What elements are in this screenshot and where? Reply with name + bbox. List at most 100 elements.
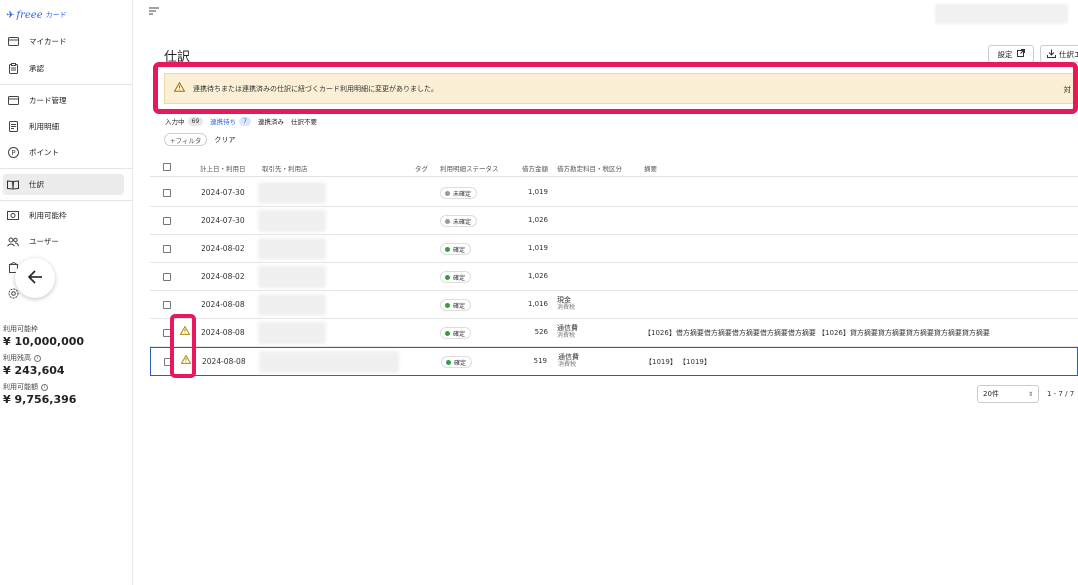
- sidebar-item-card-management[interactable]: カード管理: [3, 90, 124, 111]
- row-amount: 1,026: [527, 216, 548, 224]
- col-partner[interactable]: 取引先・利用店: [262, 163, 308, 173]
- row-amount: 519: [533, 357, 547, 365]
- table-row[interactable]: 2024-07-30 未確定 1,026: [150, 207, 1078, 235]
- sidebar-item-statements[interactable]: 利用明細: [3, 116, 124, 137]
- alert-highlight-outline: [153, 62, 1078, 114]
- table-row[interactable]: 2024-08-08 確定 519 通信費 消費税 【1019】 【1019】: [150, 347, 1078, 376]
- available-label: 利用可能額 i: [3, 382, 128, 392]
- row-partner-redacted: [258, 238, 326, 260]
- tab-not-required[interactable]: 仕訳不要: [291, 116, 317, 126]
- row-partner-redacted: [258, 210, 326, 232]
- col-date[interactable]: 計上日・利用日: [200, 163, 246, 173]
- row-account: 現金 消費税: [557, 296, 575, 312]
- select-arrows-icon: ⇕: [1027, 390, 1033, 398]
- sidebar-item-label: 承認: [29, 64, 44, 73]
- external-link-icon: [1016, 49, 1025, 59]
- table-row[interactable]: 2024-08-08 確定 526 通信費 消費税 【1026】借方摘要借方摘要借方摘要借…: [150, 319, 1078, 347]
- tab-pending-sync[interactable]: 連携待ち 7: [210, 116, 251, 126]
- tab-label: 連携済み: [257, 118, 284, 126]
- col-status[interactable]: 利用明細ステータス: [440, 163, 499, 173]
- table-row[interactable]: 2024-08-08 確定 1,016 現金 消費税: [150, 291, 1078, 319]
- filter-bar: +フィルタ クリア: [164, 133, 235, 146]
- status-text: 未確定: [453, 218, 472, 226]
- status-badge: 未確定: [440, 187, 478, 199]
- add-filter-button[interactable]: +フィルタ: [164, 133, 208, 146]
- credit-summary: 利用可能枠 ¥ 10,000,000 利用残高 i ¥ 243,604 利用可能額…: [3, 324, 128, 411]
- sidebar-item-label: 仕訳: [29, 180, 44, 189]
- info-icon[interactable]: i: [34, 354, 41, 362]
- credit-limit-label: 利用可能枠: [3, 325, 38, 333]
- sidebar-item-credit-limit[interactable]: 利用可能枠: [3, 205, 124, 226]
- tab-label: 入力中: [165, 118, 185, 126]
- col-memo[interactable]: 摘要: [644, 163, 657, 173]
- menu-icon[interactable]: [149, 7, 159, 16]
- row-date: 2024-08-08: [201, 328, 245, 337]
- status-tabs: 入力中 69 連携待ち 7 連携済み 仕訳不要: [165, 115, 324, 127]
- settings-button[interactable]: 設定: [988, 45, 1034, 63]
- status-badge: 確定: [440, 327, 472, 339]
- tax-category: 消費税: [557, 304, 576, 311]
- clear-filter-link[interactable]: クリア: [214, 135, 235, 145]
- balance-value: ¥ 243,604: [3, 364, 65, 377]
- status-badge: 確定: [440, 299, 472, 311]
- row-checkbox[interactable]: [163, 217, 171, 225]
- tax-category: 消費税: [557, 332, 576, 339]
- sidebar-item-my-card[interactable]: マイカード: [3, 31, 124, 52]
- status-text: 確定: [453, 330, 466, 338]
- pagination: 20件 ⇕ 1 - 7 / 7: [977, 385, 1074, 403]
- warning-highlight-outline: [170, 314, 196, 378]
- sidebar-item-approval[interactable]: 承認: [3, 58, 124, 79]
- status-dot: [445, 218, 450, 224]
- col-account[interactable]: 借方勘定科目・税区分: [557, 163, 622, 173]
- tab-in-progress[interactable]: 入力中 69: [165, 116, 204, 126]
- document-icon: [7, 121, 19, 132]
- table-row[interactable]: 2024-08-02 確定 1,026: [150, 263, 1078, 291]
- status-dot: [445, 330, 450, 336]
- nav-divider: [0, 168, 133, 169]
- tab-synced[interactable]: 連携済み: [258, 116, 284, 126]
- settings-label: 設定: [997, 49, 1013, 59]
- row-date: 2024-08-02: [201, 244, 245, 253]
- user-account-menu[interactable]: [935, 4, 1068, 24]
- row-checkbox[interactable]: [163, 301, 171, 309]
- table-row[interactable]: 2024-07-30 未確定 1,019: [150, 179, 1078, 207]
- row-amount: 526: [534, 328, 548, 336]
- status-dot: [445, 246, 450, 252]
- select-all-checkbox[interactable]: [163, 163, 171, 171]
- nav-divider: [0, 84, 133, 85]
- tax-category: 消費税: [558, 361, 577, 368]
- account-name: 現金: [557, 296, 571, 304]
- info-icon[interactable]: i: [41, 383, 48, 391]
- row-amount: 1,016: [527, 300, 548, 308]
- svg-text:P: P: [11, 149, 15, 157]
- row-partner-redacted: [258, 266, 326, 288]
- status-badge: 確定: [440, 243, 472, 255]
- sidebar-item-journal[interactable]: 仕訳: [3, 174, 124, 195]
- status-badge: 確定: [441, 356, 473, 368]
- freee-card-logo[interactable]: ✈ freee カード: [6, 8, 67, 22]
- row-account: 通信費 消費税: [557, 324, 578, 340]
- status-dot: [445, 190, 450, 196]
- status-dot: [445, 302, 450, 308]
- row-checkbox[interactable]: [163, 245, 171, 253]
- logo-sub: カード: [45, 11, 67, 19]
- sidebar-item-label: マイカード: [29, 37, 67, 46]
- status-dot: [445, 274, 450, 280]
- collapse-sidebar-button[interactable]: [15, 258, 55, 298]
- per-page-select[interactable]: 20件 ⇕: [977, 385, 1039, 403]
- status-badge: 確定: [440, 271, 472, 283]
- table-row[interactable]: 2024-08-02 確定 1,019: [150, 235, 1078, 263]
- users-icon: [7, 236, 19, 247]
- account-name: 通信費: [558, 353, 579, 361]
- col-amount[interactable]: 借方金額: [522, 163, 548, 173]
- row-partner-redacted: [258, 182, 326, 204]
- status-dot: [446, 359, 451, 365]
- row-checkbox[interactable]: [163, 189, 171, 197]
- export-journal-button[interactable]: 仕訳エ: [1040, 45, 1078, 63]
- sidebar-item-label: 利用明細: [29, 122, 59, 131]
- col-tag[interactable]: タグ: [415, 163, 428, 173]
- sidebar-item-users[interactable]: ユーザー: [3, 231, 124, 252]
- sidebar-item-points[interactable]: P ポイント: [3, 142, 124, 163]
- status-text: 確定: [454, 359, 467, 367]
- row-checkbox[interactable]: [163, 273, 171, 281]
